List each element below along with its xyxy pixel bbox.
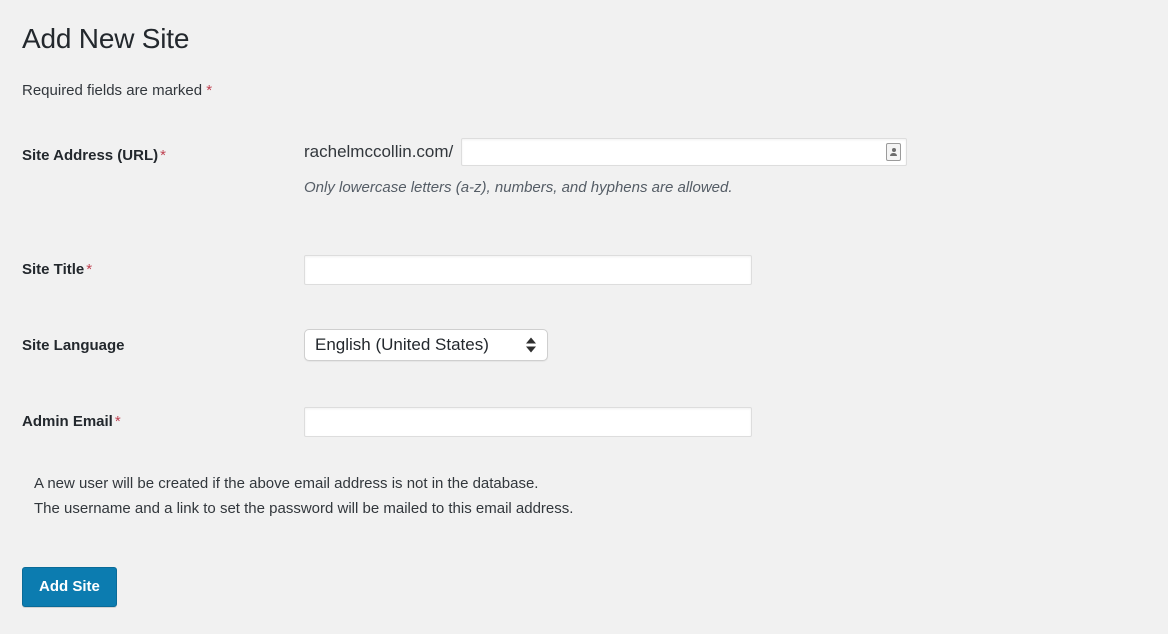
site-address-input[interactable] — [461, 138, 907, 166]
form-row-site-address: Site Address (URL)* rachelmccollin.com/ … — [0, 130, 1168, 232]
label-site-language-text: Site Language — [22, 337, 125, 354]
form-row-site-language: Site Language English (United States) — [0, 308, 1168, 384]
page-title: Add New Site — [22, 21, 189, 57]
admin-email-help-line-2: The username and a link to set the passw… — [34, 496, 573, 521]
form-row-site-title: Site Title* — [0, 232, 1168, 308]
label-site-title: Site Title* — [22, 260, 282, 280]
site-language-select-wrapper: English (United States) — [304, 329, 548, 361]
label-site-language: Site Language — [22, 336, 282, 356]
add-site-form: Site Address (URL)* rachelmccollin.com/ … — [0, 130, 1168, 460]
label-site-title-text: Site Title — [22, 261, 84, 278]
add-new-site-page: Add New Site Required fields are marked … — [0, 0, 1168, 634]
site-address-input-wrapper — [461, 138, 907, 166]
label-site-address-required-marker: * — [160, 147, 166, 164]
label-site-address: Site Address (URL)* — [22, 146, 282, 166]
required-fields-note-text: Required fields are marked — [22, 82, 202, 99]
contact-card-icon[interactable] — [886, 143, 901, 161]
field-site-language: English (United States) — [304, 329, 548, 361]
site-title-input[interactable] — [304, 255, 752, 285]
submit-area: Add Site — [22, 567, 117, 607]
label-site-title-required-marker: * — [86, 261, 92, 278]
contact-card-body — [890, 153, 897, 156]
label-site-address-text: Site Address (URL) — [22, 147, 158, 164]
site-address-hint: Only lowercase letters (a-z), numbers, a… — [304, 177, 907, 198]
add-site-button[interactable]: Add Site — [22, 567, 117, 607]
field-admin-email — [304, 407, 752, 437]
field-site-address: rachelmccollin.com/ Only lowercase lette… — [304, 138, 907, 198]
label-admin-email-text: Admin Email — [22, 413, 113, 430]
field-site-title — [304, 255, 752, 285]
label-admin-email: Admin Email* — [22, 412, 282, 432]
admin-email-help-line-1: A new user will be created if the above … — [34, 471, 573, 496]
form-row-admin-email: Admin Email* — [0, 384, 1168, 460]
admin-email-input[interactable] — [304, 407, 752, 437]
required-marker-icon: * — [206, 82, 212, 99]
label-admin-email-required-marker: * — [115, 413, 121, 430]
admin-email-help-text: A new user will be created if the above … — [34, 471, 573, 521]
site-address-domain-prefix: rachelmccollin.com/ — [304, 142, 453, 162]
site-address-input-line: rachelmccollin.com/ — [304, 138, 907, 166]
site-language-select[interactable]: English (United States) — [304, 329, 548, 361]
required-fields-note: Required fields are marked * — [22, 80, 212, 101]
contact-card-head — [892, 148, 896, 152]
